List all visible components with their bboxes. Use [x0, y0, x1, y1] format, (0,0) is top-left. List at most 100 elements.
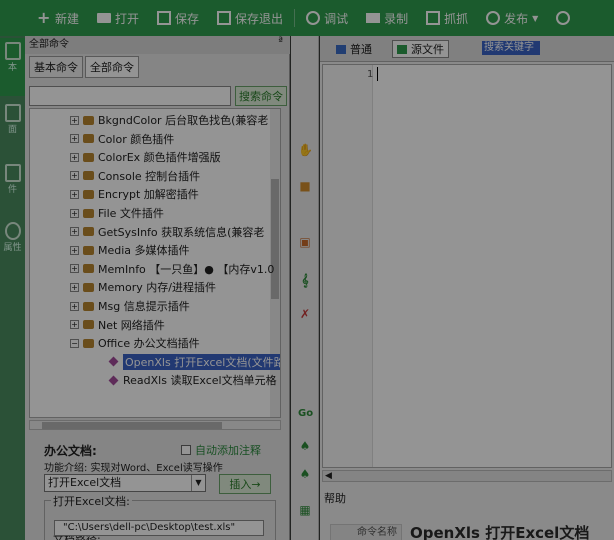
tab-basic-commands[interactable]: 基本命令 [29, 56, 83, 78]
hand-icon[interactable]: ✋ [298, 144, 313, 156]
help-command-key: 命令名称 [330, 523, 402, 540]
plugin-icon [83, 338, 94, 348]
expand-icon[interactable]: + [70, 115, 79, 125]
capture-button-label: 抓抓 [444, 11, 469, 26]
expand-icon[interactable]: + [70, 208, 79, 218]
save-exit-icon [217, 11, 232, 25]
expand-icon[interactable]: + [70, 152, 79, 162]
text-caret [377, 67, 378, 81]
expand-icon[interactable]: + [70, 245, 79, 255]
table-icon[interactable]: ▦ [298, 504, 312, 516]
open-button[interactable]: 打开 [88, 0, 148, 36]
chevron-down-icon[interactable]: ▼ [191, 475, 205, 491]
expand-icon[interactable]: + [70, 134, 79, 144]
tab-source-view[interactable]: 源文件 [392, 40, 449, 58]
scrollbar-thumb[interactable] [42, 422, 222, 429]
goto-icon[interactable]: Go [298, 408, 313, 420]
settings-button[interactable] [547, 0, 579, 36]
sidebar-item-properties[interactable]: 属性 [0, 218, 25, 268]
tree-plugin-item[interactable]: + Encrypt 加解密插件 [70, 185, 199, 203]
script-icon [4, 42, 21, 60]
tree-horizontal-scrollbar[interactable] [29, 420, 281, 430]
document-path-input[interactable]: "C:\Users\dell-pc\Desktop\test.xls" [54, 520, 264, 536]
param-group-label: 打开Excel文档: [51, 493, 132, 509]
plugin-icon [83, 245, 94, 255]
tree-plugin-item[interactable]: + Color 颜色插件 [70, 130, 174, 148]
tree-item-label: Console 控制台插件 [98, 169, 201, 183]
record-button[interactable]: 录制 [357, 0, 417, 36]
tree-plugin-item[interactable]: + GetSysInfo 获取系统信息(兼容老 [70, 223, 264, 241]
tree-plugin-item[interactable]: + Console 控制台插件 [70, 167, 200, 185]
tree-command-item[interactable]: OpenXls 打开Excel文档(文件路 [108, 353, 280, 371]
plugin-icon [83, 282, 94, 292]
save-button[interactable]: 保存 [148, 0, 208, 36]
search-input[interactable] [29, 86, 231, 106]
publish-icon [486, 11, 501, 25]
plugin-icon [83, 227, 94, 237]
tree-item-label: BkgndColor 后台取色找色(兼容老 [98, 114, 269, 127]
command-select[interactable]: 打开Excel文档 ▼ [44, 474, 206, 492]
line-number: 1 [367, 69, 374, 80]
auto-comment-checkbox[interactable] [181, 445, 191, 455]
new-button[interactable]: + 新建 [28, 0, 88, 36]
pin-icon[interactable]: ª [278, 36, 283, 47]
plugin-icon [83, 208, 94, 218]
sidebar-item-file[interactable]: 件 [0, 160, 25, 210]
expand-icon[interactable]: + [70, 227, 79, 237]
expand-icon[interactable]: + [70, 189, 79, 199]
command-tree[interactable]: + BkgndColor 后台取色找色(兼容老 + Color 颜色插件 + ColorE… [29, 108, 281, 418]
line-gutter [323, 65, 373, 467]
tree-command-item[interactable]: ReadXls 读取Excel文档单元格 [108, 371, 277, 389]
code-area[interactable]: 1 [322, 64, 612, 468]
plugin-icon [83, 152, 94, 162]
search-command-button[interactable]: 搜索命令 [235, 86, 287, 106]
find-icon[interactable]: ♠ [298, 468, 312, 480]
expand-icon[interactable]: + [70, 171, 79, 181]
key-icon[interactable]: ✗ [298, 308, 312, 320]
auto-comment-toggle[interactable]: 自动添加注释 [181, 442, 261, 458]
tab-normal-view[interactable]: 普通 [332, 40, 376, 58]
tree-plugin-item[interactable]: + BkgndColor 后台取色找色(兼容老 [70, 111, 268, 129]
editor-search-input[interactable]: 搜索关键字 [482, 41, 540, 55]
open-button-label: 打开 [115, 11, 140, 26]
insert-button[interactable]: 插入→ [219, 474, 271, 494]
tree-plugin-item[interactable]: − Office 办公文档插件 [70, 334, 200, 352]
save-icon [157, 11, 172, 25]
tree-plugin-item[interactable]: + MemInfo 【一只鱼】● 【内存v1.0 [70, 260, 274, 278]
window-icon[interactable]: ▣ [298, 236, 312, 248]
capture-icon [426, 11, 441, 25]
publish-button-label: 发布 [504, 11, 529, 26]
sidebar-item-script[interactable]: 本 [0, 38, 25, 96]
tree-plugin-item[interactable]: + Media 多媒体插件 [70, 241, 190, 259]
collapse-icon[interactable]: − [70, 338, 79, 348]
script-editor: 普通 源文件 搜索关键字 1 ◀ 帮助 命令名称 OpenXls 打开Excel… [320, 36, 614, 540]
tree-item-label: Net 网络插件 [98, 318, 165, 332]
expand-icon[interactable]: + [70, 264, 79, 274]
expand-icon[interactable]: + [70, 282, 79, 292]
binoculars-icon[interactable]: ♠ [298, 440, 312, 452]
command-icon-strip: ✋ ■ ▣ 𝄞 ✗ Go ♠ ♠ ▦ [291, 36, 319, 540]
save-exit-button-label: 保存退出 [235, 11, 284, 26]
expand-icon[interactable]: + [70, 301, 79, 311]
tree-plugin-item[interactable]: + File 文件插件 [70, 204, 164, 222]
tree-plugin-item[interactable]: + Memory 内存/进程插件 [70, 278, 216, 296]
new-button-label: 新建 [55, 11, 80, 26]
tree-plugin-item[interactable]: + Msg 信息提示插件 [70, 297, 190, 315]
tree-plugin-item[interactable]: + Net 网络插件 [70, 316, 165, 334]
editor-tabs: 普通 源文件 搜索关键字 [320, 36, 614, 62]
publish-button[interactable]: 发布 ▼ [477, 0, 547, 36]
tree-plugin-item[interactable]: + ColorEx 颜色插件增强版 [70, 148, 221, 166]
capture-button[interactable]: 抓抓 [417, 0, 477, 36]
command-icon [108, 375, 119, 386]
save-exit-button[interactable]: 保存退出 [208, 0, 292, 36]
drag-icon[interactable]: ■ [298, 180, 312, 192]
expand-icon[interactable]: + [70, 320, 79, 330]
tab-all-commands[interactable]: 全部命令 [85, 56, 139, 78]
tree-item-label: Color 颜色插件 [98, 132, 175, 146]
debug-button[interactable]: 调试 [297, 0, 357, 36]
tree-item-label: Encrypt 加解密插件 [98, 188, 199, 202]
editor-horizontal-scrollbar[interactable]: ◀ [322, 470, 612, 482]
sidebar-item-interface[interactable]: 面 [0, 100, 25, 150]
color-icon[interactable]: 𝄞 [298, 274, 312, 286]
scrollbar-thumb[interactable] [271, 179, 279, 299]
